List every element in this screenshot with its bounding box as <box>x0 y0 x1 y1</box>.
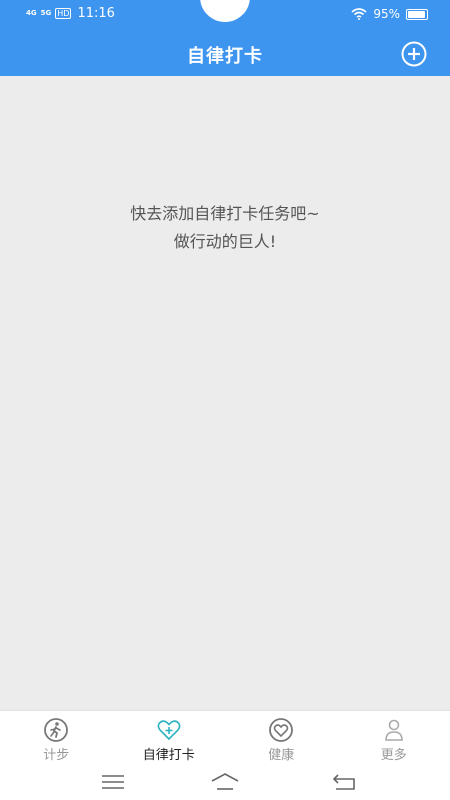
menu-icon[interactable] <box>98 771 128 793</box>
status-bar: 4G 5G HD 11:16 95% <box>0 0 450 30</box>
tab-label-discipline: 自律打卡 <box>142 748 195 763</box>
bottom-tab-bar: 计步 自律打卡 健康 更多 <box>0 710 450 766</box>
tab-health[interactable]: 健康 <box>225 711 338 766</box>
signal-icon: 4G <box>26 10 37 17</box>
empty-state-line-2: 做行动的巨人! <box>173 232 277 251</box>
person-icon <box>384 719 403 741</box>
main-content: 快去添加自律打卡任务吧~ 做行动的巨人! <box>0 76 450 710</box>
home-icon[interactable] <box>210 771 240 793</box>
add-task-button[interactable] <box>401 41 427 67</box>
network-type-1: 4G <box>26 9 37 17</box>
battery-percent: 95% <box>373 7 400 21</box>
tab-label-more: 更多 <box>380 748 407 763</box>
battery-level <box>408 10 426 18</box>
tab-step-count[interactable]: 计步 <box>0 711 113 766</box>
app-header: 自律打卡 <box>0 30 450 76</box>
tab-label-health: 健康 <box>268 748 295 763</box>
empty-state-line-1: 快去添加自律打卡任务吧~ <box>130 204 320 223</box>
page-title: 自律打卡 <box>187 46 263 67</box>
status-right: 95% <box>351 7 428 21</box>
plus-circle-icon <box>401 41 427 67</box>
hd-badge: HD <box>55 8 72 19</box>
heart-plus-icon <box>157 720 181 741</box>
walker-icon <box>44 718 69 742</box>
wifi-icon <box>351 8 367 20</box>
heart-circle-icon <box>269 718 294 742</box>
system-nav-bar <box>0 766 450 800</box>
network-type-2: 5G <box>40 9 52 17</box>
tab-label-step: 计步 <box>43 748 70 763</box>
status-left: 4G 5G HD 11:16 <box>26 6 115 21</box>
signal-icon-2: 5G <box>41 10 52 17</box>
battery-icon <box>406 8 428 20</box>
tab-self-discipline[interactable]: 自律打卡 <box>113 711 226 766</box>
empty-state-message: 快去添加自律打卡任务吧~ 做行动的巨人! <box>0 200 450 256</box>
back-icon[interactable] <box>330 771 360 793</box>
tab-more[interactable]: 更多 <box>338 711 450 766</box>
camera-notch <box>200 0 250 22</box>
clock: 11:16 <box>77 6 115 21</box>
